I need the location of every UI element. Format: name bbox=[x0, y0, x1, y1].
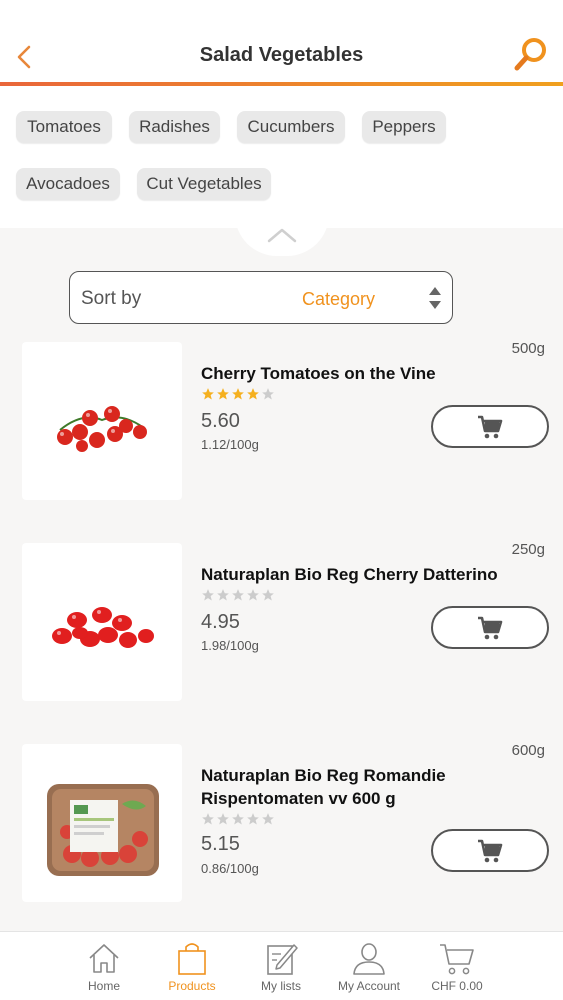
product-name: Cherry Tomatoes on the Vine bbox=[201, 364, 436, 383]
tab-products[interactable]: Products bbox=[152, 940, 232, 998]
product-weight: 500g bbox=[511, 340, 545, 357]
chip-avocadoes[interactable]: Avocadoes bbox=[16, 168, 120, 200]
tab-home-label: Home bbox=[87, 979, 120, 993]
product-name: Naturaplan Bio Reg Romandie Rispentomate… bbox=[201, 766, 446, 808]
star-icon bbox=[217, 813, 229, 825]
unit-price: 1.98/100g bbox=[201, 638, 259, 653]
star-icon bbox=[217, 388, 229, 400]
star-icon bbox=[232, 388, 244, 400]
star-icon bbox=[232, 589, 244, 601]
star-icon bbox=[262, 388, 274, 400]
product-weight: 250g bbox=[511, 541, 545, 558]
product-name: Naturaplan Bio Reg Cherry Datterino bbox=[201, 565, 498, 584]
star-icon bbox=[247, 813, 259, 825]
bag-icon bbox=[178, 943, 206, 975]
tab-products-label: Products bbox=[168, 979, 216, 993]
cart-icon bbox=[478, 616, 503, 639]
rating-stars bbox=[201, 387, 276, 406]
chip-cut-vegetables[interactable]: Cut Vegetables bbox=[137, 168, 271, 200]
product-price: 5.60 bbox=[201, 410, 240, 432]
bottom-tab-bar: Home Products My lists My Account CHF 0.… bbox=[0, 931, 563, 1000]
tab-my-account-label: My Account bbox=[337, 979, 401, 993]
cart-icon bbox=[440, 944, 474, 975]
product-price: 4.95 bbox=[201, 611, 240, 633]
star-icon bbox=[202, 388, 214, 400]
tab-home[interactable]: Home bbox=[64, 940, 144, 998]
star-icon bbox=[232, 813, 244, 825]
product-image bbox=[22, 342, 182, 500]
unit-price: 0.86/100g bbox=[201, 861, 259, 876]
star-icon bbox=[247, 589, 259, 601]
product-item[interactable]: 600g Naturaplan Bio Reg Romandie Rispent… bbox=[0, 736, 563, 936]
tab-cart-total: CHF 0.00 bbox=[431, 979, 483, 993]
home-icon bbox=[89, 944, 119, 973]
star-icon bbox=[217, 589, 229, 601]
chip-cucumbers[interactable]: Cucumbers bbox=[237, 111, 345, 143]
chip-tomatoes[interactable]: Tomatoes bbox=[16, 111, 112, 143]
rating-stars bbox=[201, 812, 276, 831]
collapse-filters-button[interactable] bbox=[235, 214, 329, 256]
chip-peppers[interactable]: Peppers bbox=[362, 111, 446, 143]
header: Salad Vegetables bbox=[0, 0, 563, 86]
star-icon bbox=[202, 813, 214, 825]
category-filter: Tomatoes Radishes Cucumbers Peppers Avoc… bbox=[0, 86, 563, 228]
sort-arrows-icon bbox=[429, 287, 441, 309]
product-price: 5.15 bbox=[201, 833, 240, 855]
tab-cart[interactable]: CHF 0.00 bbox=[417, 940, 497, 998]
chevron-up-icon bbox=[267, 228, 297, 243]
unit-price: 1.12/100g bbox=[201, 437, 259, 452]
product-weight: 600g bbox=[511, 742, 545, 759]
product-image bbox=[22, 744, 182, 902]
search-icon bbox=[514, 38, 546, 71]
add-to-cart-button[interactable] bbox=[431, 405, 549, 448]
tab-my-lists[interactable]: My lists bbox=[241, 940, 321, 998]
sort-label: Sort by bbox=[81, 288, 142, 309]
search-button[interactable] bbox=[513, 36, 549, 72]
page-title: Salad Vegetables bbox=[199, 44, 364, 66]
product-image bbox=[22, 543, 182, 701]
sort-value: Category bbox=[302, 289, 376, 309]
sort-select[interactable]: Sort by Category bbox=[69, 271, 453, 324]
tab-my-lists-label: My lists bbox=[261, 979, 301, 993]
star-icon bbox=[247, 388, 259, 400]
account-icon bbox=[353, 943, 385, 975]
add-to-cart-button[interactable] bbox=[431, 606, 549, 649]
chip-radishes[interactable]: Radishes bbox=[129, 111, 220, 143]
tab-my-account[interactable]: My Account bbox=[329, 940, 409, 998]
cart-icon bbox=[478, 415, 503, 438]
cart-icon bbox=[478, 839, 503, 862]
list-icon bbox=[267, 944, 298, 975]
star-icon bbox=[202, 589, 214, 601]
product-item[interactable]: 250g Naturaplan Bio Reg Cherry Datterino… bbox=[0, 535, 563, 735]
star-icon bbox=[262, 589, 274, 601]
star-icon bbox=[262, 813, 274, 825]
rating-stars bbox=[201, 588, 276, 607]
add-to-cart-button[interactable] bbox=[431, 829, 549, 872]
product-item[interactable]: 500g Cherry Tomatoes on the Vine 5.60 1.… bbox=[0, 334, 563, 534]
